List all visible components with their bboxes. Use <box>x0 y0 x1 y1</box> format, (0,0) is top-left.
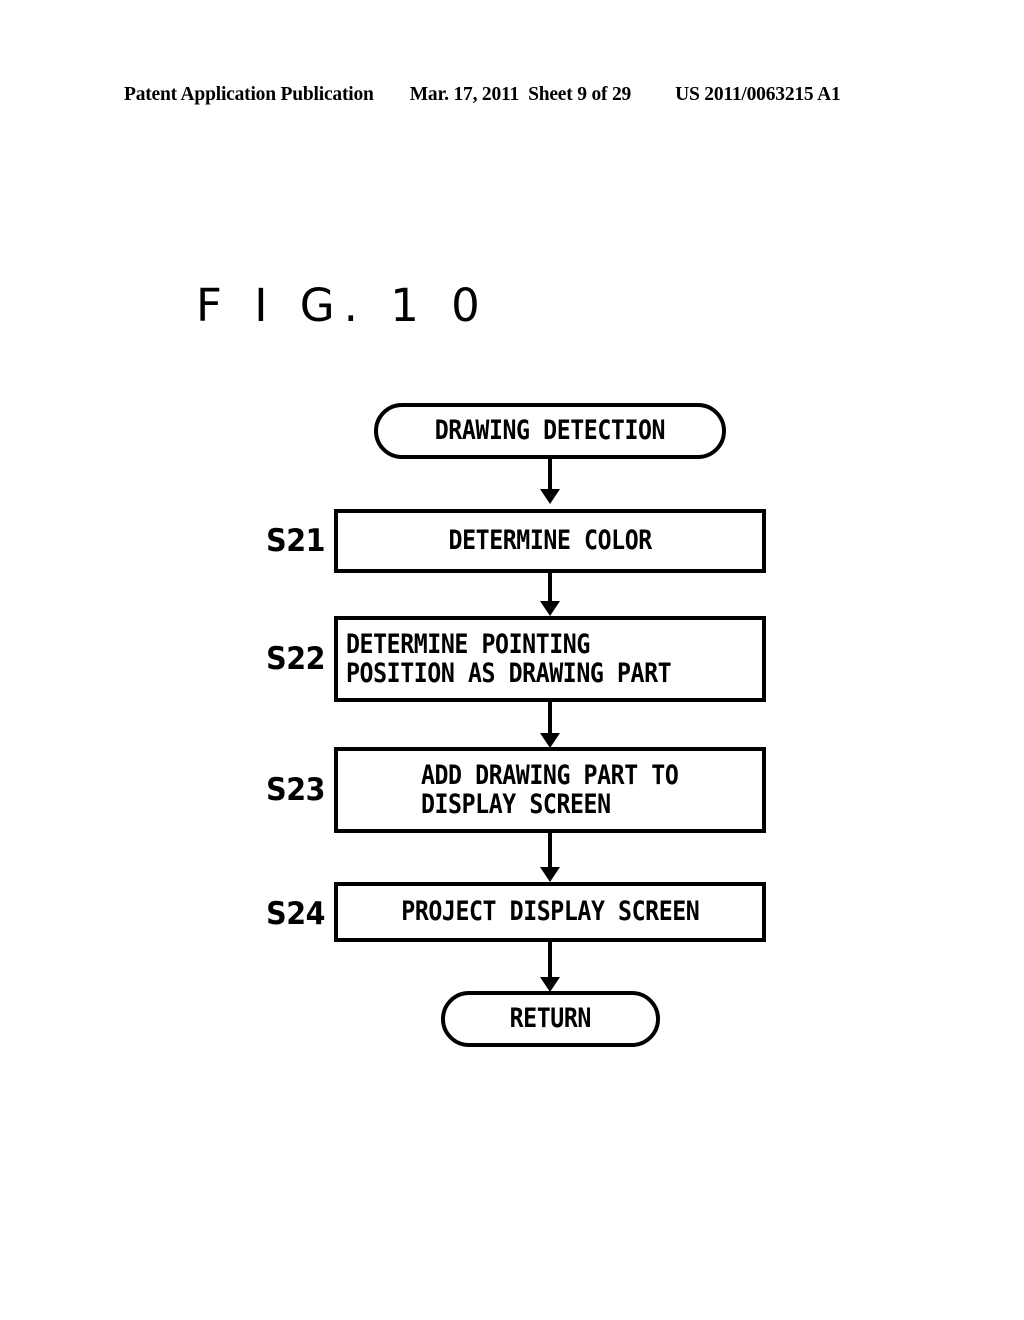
connector-stem <box>548 702 552 735</box>
arrowhead-down-icon <box>540 867 560 882</box>
step-label-s21: S21 <box>266 523 325 559</box>
flow-node-s21-label: DETERMINE COLOR <box>448 525 652 557</box>
flow-node-return-label: RETURN <box>509 1003 592 1035</box>
flowchart-diagram: DRAWING DETECTION S21 DETERMINE COLOR S2… <box>0 0 1024 1320</box>
connector-stem <box>548 573 552 603</box>
flow-node-return: RETURN <box>441 991 660 1047</box>
connector-stem <box>548 833 552 869</box>
step-label-s22: S22 <box>266 641 325 677</box>
connector-s22-to-s23 <box>537 702 563 748</box>
flow-node-s21: DETERMINE COLOR <box>334 509 766 573</box>
connector-s24-to-return <box>537 942 563 992</box>
flow-node-start-label: DRAWING DETECTION <box>434 415 666 447</box>
flow-node-start: DRAWING DETECTION <box>374 403 726 459</box>
flow-node-s24: PROJECT DISPLAY SCREEN <box>334 882 766 942</box>
connector-stem <box>548 942 552 979</box>
flow-node-s22: DETERMINE POINTING POSITION AS DRAWING P… <box>334 616 766 702</box>
arrowhead-down-icon <box>540 733 560 748</box>
flow-node-s22-label: DETERMINE POINTING POSITION AS DRAWING P… <box>346 628 672 689</box>
flow-node-s24-label: PROJECT DISPLAY SCREEN <box>400 896 700 928</box>
step-label-s23: S23 <box>266 772 325 808</box>
arrowhead-down-icon <box>540 489 560 504</box>
connector-stem <box>548 459 552 491</box>
connector-start-to-s21 <box>537 459 563 504</box>
flow-node-s23-label: ADD DRAWING PART TO DISPLAY SCREEN <box>421 759 679 820</box>
connector-s23-to-s24 <box>537 833 563 882</box>
arrowhead-down-icon <box>540 601 560 616</box>
connector-s21-to-s22 <box>537 573 563 616</box>
flow-node-s23: ADD DRAWING PART TO DISPLAY SCREEN <box>334 747 766 833</box>
step-label-s24: S24 <box>266 896 325 932</box>
arrowhead-down-icon <box>540 977 560 992</box>
